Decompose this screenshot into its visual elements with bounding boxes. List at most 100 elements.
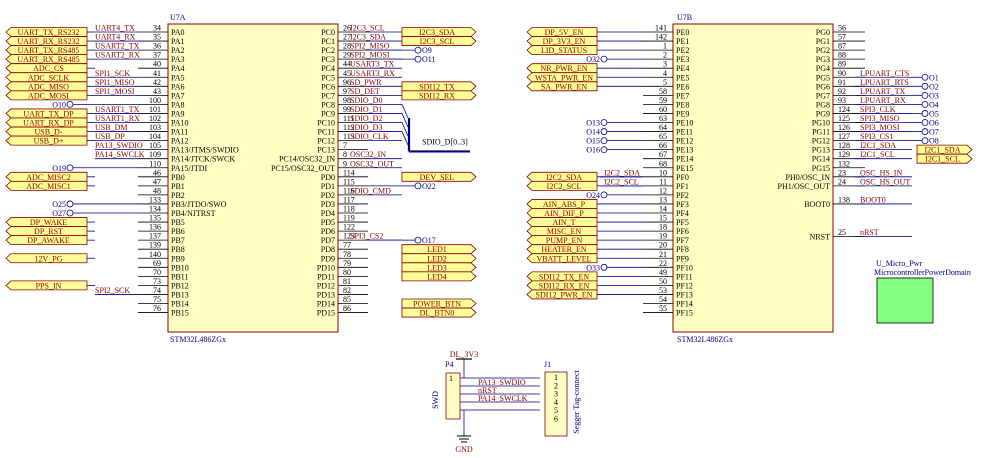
net-label: I2C2_SDA [604,168,640,177]
schematic-canvas: U7ASTM32L486ZGx34 PA0UART4_TX35 PA1UART4_R… [5,13,973,454]
pin-name: PB0 [171,173,185,182]
port-sdi12_pwr_en[interactable]: SDI12_PWR_EN [526,289,598,300]
port-uart_rx_rs232[interactable]: UART_RX_RS232 [5,36,88,47]
port-i2c2_scl[interactable]: I2C2_SCL [526,180,598,191]
port-label: VBATT_LEVEL [536,254,591,263]
port-adc_miso[interactable]: ADC_MISO [5,81,88,92]
port-ain_t[interactable]: AIN_T [526,217,598,228]
pin-number: 135 [149,214,161,223]
no-connect-label: O11 [422,55,435,64]
port-uart_tx_dp[interactable]: UART_TX_DP [5,108,88,119]
port-label: ADC_MISC2 [26,173,70,182]
net-label: SD_DET [350,87,380,96]
pin-number: 23 [838,168,846,177]
pin-number: 102 [149,114,161,123]
port-led4[interactable]: LED4 [401,271,477,282]
port-dp_rst[interactable]: DP_RST [5,226,88,237]
pin-name: PE13 [676,146,693,155]
port-sdi12_rx[interactable]: SDI12_RX [401,90,477,101]
pin-name: PD15 [317,309,335,318]
port-adc_sclk[interactable]: ADC_SCLK [5,72,88,83]
port-dp_5v_en[interactable]: DP_5V_EN [526,27,598,38]
pin-number: 70 [153,268,161,277]
pin-number: 74 [153,286,161,295]
port-uart_rx_dp[interactable]: UART_RX_DP [5,117,88,128]
port-pps_in[interactable]: PPS_IN [5,280,88,291]
no-connect-label: O22 [422,182,436,191]
port-led2[interactable]: LED2 [401,253,477,264]
port-led1[interactable]: LED1 [401,244,477,255]
pin-name: PE10 [676,119,693,128]
no-connect-marker [600,146,608,154]
port-i2c1_scl[interactable]: I2C1_SCL [916,153,973,164]
port-uart_rx_rs485[interactable]: UART_RX_RS485 [5,54,88,65]
port-dl_btn0[interactable]: DL_BTN0 [401,307,477,318]
port-label: I2C1_SDA [924,146,960,155]
pin-name: PF2 [676,191,689,200]
port-i2c3_sda[interactable]: I2C3_SDA [401,27,477,38]
net-label: USART1_TX [95,105,140,114]
port-i2c2_sda[interactable]: I2C2_SDA [526,171,598,182]
p4-desc: SWD [431,391,440,409]
pin-name: PC15/OSC32_OUT [271,164,335,173]
port-dev_sel[interactable]: DEV_SEL [401,171,477,182]
port-usb_d-[interactable]: USB_D- [5,126,88,137]
pin-number: 41 [153,69,161,78]
port-i2c1_sda[interactable]: I2C1_SDA [916,144,973,155]
u7b-part: STM32L486ZGx [677,335,733,344]
port-power_btn[interactable]: POWER_BTN [401,298,477,309]
pin-number: 35 [153,33,161,42]
port-dp_awake[interactable]: DP_AWAKE [5,235,88,246]
pin-name: PG9 [816,109,830,118]
port-ain_abs_p[interactable]: AIN_ABS_P [526,199,598,209]
port-i2c3_scl[interactable]: I2C3_SCL [401,36,477,47]
port-sdi12_tx_en[interactable]: SDI12_TX_EN [526,271,598,282]
port-sa_pwr_en[interactable]: SA_PWR_EN [526,81,598,92]
pin-name: PD0 [321,173,335,182]
pin-name: PG1 [816,37,830,46]
port-label: DP_AWAKE [27,236,70,245]
port-usb_d+[interactable]: USB_D+ [5,135,88,146]
port-dp_wake[interactable]: DP_WAKE [5,217,88,228]
port-adc_misc2[interactable]: ADC_MISC2 [5,171,88,182]
pin-number: 7 [343,141,347,150]
port-uart_tx_rs232[interactable]: UART_TX_RS232 [5,27,88,38]
port-lid_status[interactable]: LID_STATUS [526,45,598,56]
port-nr_pwr_en[interactable]: NR_PWR_EN [526,63,598,73]
port-adc_misc1[interactable]: ADC_MISC1 [5,180,88,191]
port-sdi12_tx[interactable]: SDI12_TX [401,81,477,92]
port-dp_3v3_en[interactable]: DP_3V3_EN [526,36,598,47]
port-vbatt_level[interactable]: VBATT_LEVEL [526,253,598,264]
port-pump_en[interactable]: PUMP_EN [526,235,598,246]
net-label: PA13_SWDIO [95,141,143,150]
port-adc_cs[interactable]: ADC_CS [5,63,88,73]
port-label: DP_RST [34,227,63,236]
pin-number: 12 [659,186,667,195]
port-label: I2C3_SCL [420,37,455,46]
pin-name: PB2 [171,191,185,200]
pin-number: 86 [343,304,351,313]
port-adc_mosi[interactable]: ADC_MOSI [5,90,88,101]
port-ain_dif_p[interactable]: AIN_DIF_P [526,208,598,219]
port-sdi12_rx_en[interactable]: SDI12_RX_EN [526,280,598,291]
port-label: LED2 [427,254,447,263]
pin-name: PD6 [321,227,335,236]
no-connect-label: O33 [586,263,600,272]
pin-name: PE15 [676,164,693,173]
net-label: SPI3_CS1 [860,132,893,141]
pin-number: 90 [838,69,846,78]
port-led3[interactable]: LED3 [401,262,477,273]
no-connect-label: O13 [586,119,600,128]
net-label: SPI2_MISO [350,42,390,51]
pin-number: 136 [149,223,161,232]
port-heater_en[interactable]: HEATER_EN [526,244,598,255]
port-12v_pg[interactable]: 12V_PG [5,253,88,264]
no-connect-marker [921,101,929,108]
port-label: I2C2_SDA [546,173,582,182]
power-domain-sheet[interactable] [876,277,934,324]
port-uart_tx_rs485[interactable]: UART_TX_RS485 [5,45,88,56]
port-wsta_pwr_en[interactable]: WSTA_PWR_EN [526,72,598,83]
port-misc_en[interactable]: MISC_EN [526,226,598,237]
pin-name: PF1 [676,182,689,191]
no-connect-marker [600,119,608,126]
